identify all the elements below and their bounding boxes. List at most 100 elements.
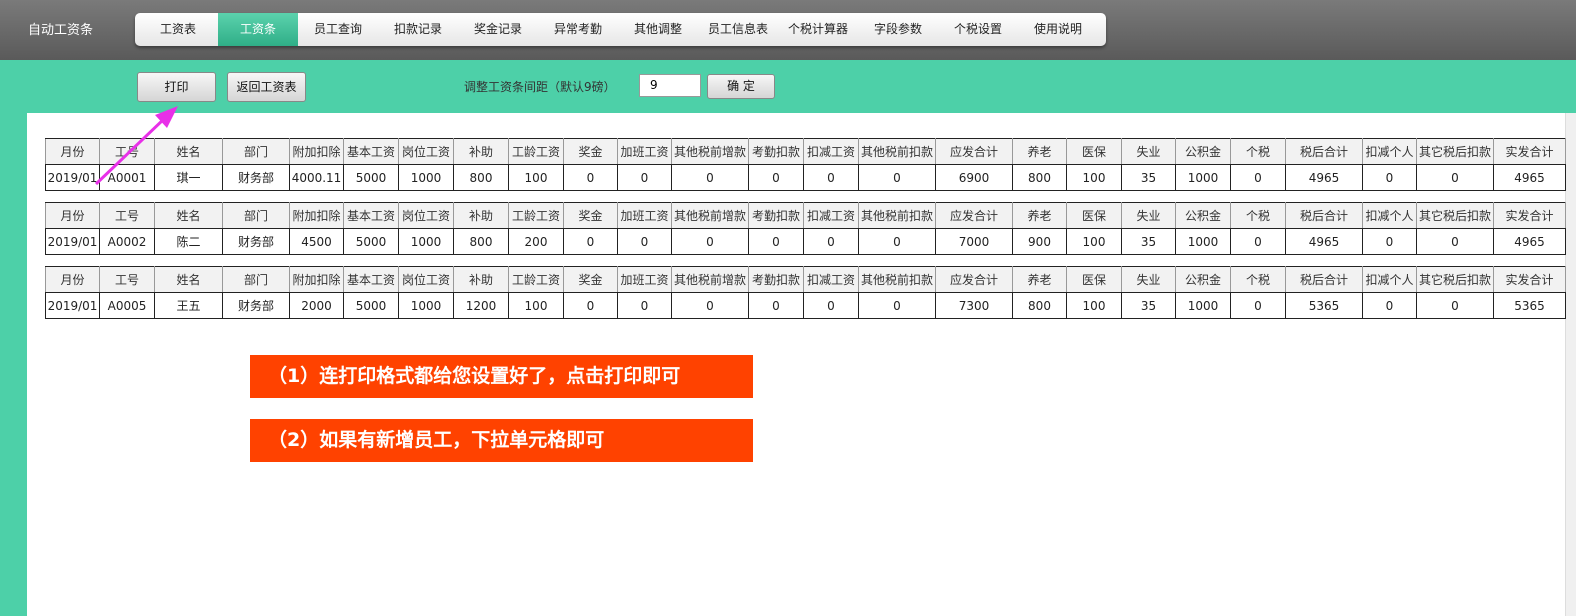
table-cell[interactable]: 0	[563, 228, 618, 255]
tab-8[interactable]: 个税计算器	[778, 13, 858, 46]
table-cell[interactable]: 4965	[1285, 164, 1363, 191]
spacing-input[interactable]: 9	[639, 74, 701, 97]
table-cell[interactable]: 6900	[935, 164, 1013, 191]
table-cell[interactable]: 0	[1416, 164, 1494, 191]
tab-10[interactable]: 个税设置	[938, 13, 1018, 46]
table-cell[interactable]: 0	[858, 228, 936, 255]
table-cell[interactable]: 琪一	[154, 164, 223, 191]
table-cell[interactable]: 4965	[1493, 228, 1566, 255]
table-cell[interactable]: A0002	[99, 228, 155, 255]
table-cell[interactable]: 0	[671, 228, 749, 255]
table-cell[interactable]: 200	[508, 228, 564, 255]
column-header: 部门	[222, 202, 290, 229]
table-cell[interactable]: 0	[617, 228, 672, 255]
table-cell[interactable]: 800	[453, 164, 509, 191]
print-button[interactable]: 打印	[137, 72, 216, 102]
table-cell[interactable]: 0	[748, 292, 804, 319]
tab-3[interactable]: 扣款记录	[378, 13, 458, 46]
table-cell[interactable]: 100	[1066, 228, 1122, 255]
tab-9[interactable]: 字段参数	[858, 13, 938, 46]
table-cell[interactable]: A0001	[99, 164, 155, 191]
table-cell[interactable]: 1000	[398, 164, 454, 191]
table-cell[interactable]: 7000	[935, 228, 1013, 255]
table-cell[interactable]: 0	[617, 292, 672, 319]
table-cell[interactable]: 5365	[1493, 292, 1566, 319]
table-cell[interactable]: 4000.11	[289, 164, 344, 191]
table-cell[interactable]: 5000	[343, 228, 399, 255]
table-cell[interactable]: 900	[1012, 228, 1067, 255]
column-header: 其他税前增款	[671, 202, 749, 229]
table-cell[interactable]: 4500	[289, 228, 344, 255]
column-header: 工龄工资	[508, 202, 564, 229]
table-cell[interactable]: 0	[803, 164, 859, 191]
table-cell[interactable]: 800	[1012, 164, 1067, 191]
table-cell[interactable]: 1200	[453, 292, 509, 319]
table-cell[interactable]: 100	[508, 292, 564, 319]
table-cell[interactable]: 35	[1121, 228, 1176, 255]
table-cell[interactable]: 2000	[289, 292, 344, 319]
table-cell[interactable]: 7300	[935, 292, 1013, 319]
table-cell[interactable]: 0	[748, 228, 804, 255]
table-cell[interactable]: 陈二	[154, 228, 223, 255]
table-cell[interactable]: 1000	[398, 228, 454, 255]
tab-5[interactable]: 异常考勤	[538, 13, 618, 46]
table-cell[interactable]: 0	[1362, 164, 1417, 191]
confirm-button[interactable]: 确 定	[707, 74, 775, 99]
tab-2[interactable]: 员工查询	[298, 13, 378, 46]
table-cell[interactable]: 1000	[1175, 292, 1231, 319]
table-cell[interactable]: 35	[1121, 292, 1176, 319]
column-header: 个税	[1230, 138, 1286, 165]
table-cell[interactable]: 0	[803, 292, 859, 319]
column-header: 个税	[1230, 202, 1286, 229]
table-cell[interactable]: 0	[1362, 292, 1417, 319]
table-cell[interactable]: 财务部	[222, 164, 290, 191]
back-to-salary-table-button[interactable]: 返回工资表	[227, 72, 306, 102]
table-cell[interactable]: 100	[508, 164, 564, 191]
table-cell[interactable]: 0	[671, 164, 749, 191]
table-cell[interactable]: 0	[803, 228, 859, 255]
table-cell[interactable]: 0	[858, 164, 936, 191]
table-cell[interactable]: 2019/01	[45, 164, 100, 191]
column-header: 加班工资	[617, 138, 672, 165]
table-cell[interactable]: 0	[1230, 292, 1286, 319]
table-cell[interactable]: 5000	[343, 292, 399, 319]
table-cell[interactable]: 5000	[343, 164, 399, 191]
table-cell[interactable]: 0	[748, 164, 804, 191]
tab-1[interactable]: 工资条	[218, 13, 298, 46]
table-cell[interactable]: 100	[1066, 292, 1122, 319]
table-cell[interactable]: 1000	[398, 292, 454, 319]
table-cell[interactable]: 0	[617, 164, 672, 191]
scrollbar[interactable]	[1565, 113, 1576, 616]
tab-6[interactable]: 其他调整	[618, 13, 698, 46]
table-cell[interactable]: 35	[1121, 164, 1176, 191]
table-cell[interactable]: 800	[1012, 292, 1067, 319]
table-cell[interactable]: A0005	[99, 292, 155, 319]
tab-0[interactable]: 工资表	[138, 13, 218, 46]
column-header: 养老	[1012, 138, 1067, 165]
table-cell[interactable]: 4965	[1285, 228, 1363, 255]
table-cell[interactable]: 0	[563, 292, 618, 319]
table-cell[interactable]: 4965	[1493, 164, 1566, 191]
table-cell[interactable]: 财务部	[222, 228, 290, 255]
tab-11[interactable]: 使用说明	[1018, 13, 1098, 46]
table-cell[interactable]: 王五	[154, 292, 223, 319]
table-cell[interactable]: 1000	[1175, 164, 1231, 191]
column-header: 工号	[99, 202, 155, 229]
table-cell[interactable]: 100	[1066, 164, 1122, 191]
table-cell[interactable]: 0	[858, 292, 936, 319]
table-cell[interactable]: 2019/01	[45, 228, 100, 255]
table-cell[interactable]: 0	[1416, 228, 1494, 255]
table-cell[interactable]: 0	[1230, 228, 1286, 255]
table-cell[interactable]: 0	[671, 292, 749, 319]
table-cell[interactable]: 0	[1416, 292, 1494, 319]
table-cell[interactable]: 财务部	[222, 292, 290, 319]
table-cell[interactable]: 2019/01	[45, 292, 100, 319]
tab-4[interactable]: 奖金记录	[458, 13, 538, 46]
table-cell[interactable]: 0	[1230, 164, 1286, 191]
table-cell[interactable]: 0	[1362, 228, 1417, 255]
table-cell[interactable]: 800	[453, 228, 509, 255]
tab-7[interactable]: 员工信息表	[698, 13, 778, 46]
table-cell[interactable]: 1000	[1175, 228, 1231, 255]
table-cell[interactable]: 0	[563, 164, 618, 191]
table-cell[interactable]: 5365	[1285, 292, 1363, 319]
